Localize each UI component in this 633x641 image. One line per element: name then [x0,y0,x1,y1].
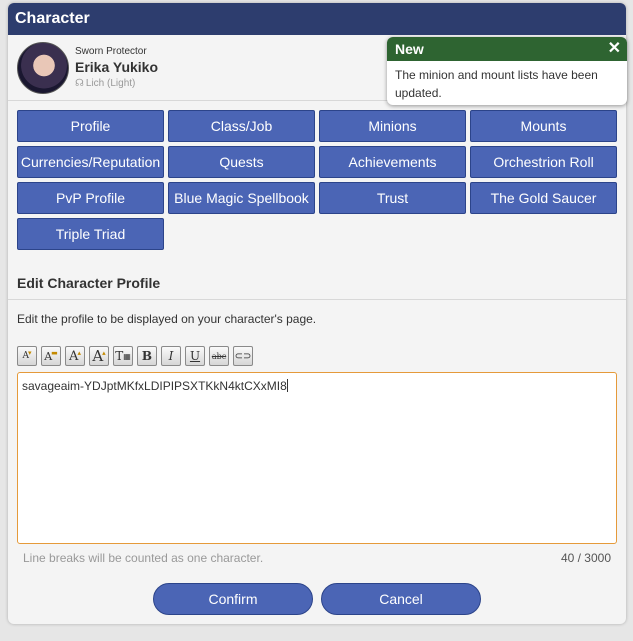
profile-button[interactable]: Profile [17,110,164,142]
link-icon[interactable]: ⊂⊃ [233,346,253,366]
profile-textarea[interactable]: savageaim-YDJptMKfxLDIPIPSXTKkN4ktCXxMI8 [17,372,617,544]
class-job-button[interactable]: Class/Job [168,110,315,142]
window-title: Character [8,3,626,35]
gold-saucer-button[interactable]: The Gold Saucer [470,182,617,214]
achievements-button[interactable]: Achievements [319,146,466,178]
italic-icon[interactable]: I [161,346,181,366]
section-description: Edit the profile to be displayed on your… [17,312,317,326]
profile-text: savageaim-YDJptMKfxLDIPIPSXTKkN4ktCXxMI8 [22,379,287,393]
notification-message: The minion and mount lists have been upd… [395,68,598,100]
confirm-button[interactable]: Confirm [153,583,313,615]
cancel-button[interactable]: Cancel [321,583,481,615]
character-title: Sworn Protector [75,46,147,57]
bold-icon[interactable]: B [137,346,157,366]
underline-icon[interactable]: U [185,346,205,366]
mounts-button[interactable]: Mounts [470,110,617,142]
text-caret [286,379,288,392]
blue-magic-spellbook-button[interactable]: Blue Magic Spellbook [168,182,315,214]
character-name[interactable]: Erika Yukiko [75,59,158,75]
font-size-xlarge-icon[interactable]: A ▴ [89,346,109,366]
quests-button[interactable]: Quests [168,146,315,178]
nav-button-grid: Profile Class/Job Minions Mounts Currenc… [17,110,618,250]
world-icon: ☊ [75,78,84,89]
font-size-large-icon[interactable]: A ▴ [65,346,85,366]
trust-button[interactable]: Trust [319,182,466,214]
notification-title: New [395,41,424,57]
text-table-icon[interactable]: T ▦ [113,346,133,366]
font-size-normal-icon[interactable]: A ▬ [41,346,61,366]
pvp-profile-button[interactable]: PvP Profile [17,182,164,214]
orchestrion-roll-button[interactable]: Orchestrion Roll [470,146,617,178]
triple-triad-button[interactable]: Triple Triad [17,218,164,250]
notification-popup: New ✕ The minion and mount lists have be… [387,37,627,105]
section-divider [8,299,626,300]
world-label: Lich (Light) [85,78,136,89]
line-break-hint: Line breaks will be counted as one chara… [23,551,264,565]
notification-header: New ✕ [387,37,627,61]
character-world: ☊ Lich (Light) [75,78,135,89]
strikethrough-icon[interactable]: abc [209,346,229,366]
editor-toolbar: A ▾ A ▬ A ▴ A ▴ T ▦ B I U abc ⊂⊃ [17,346,253,366]
section-title: Edit Character Profile [17,275,161,291]
currencies-reputation-button[interactable]: Currencies/Reputation [17,146,164,178]
close-icon[interactable]: ✕ [608,37,621,61]
character-counter: 40 / 3000 [560,551,611,565]
avatar[interactable] [17,42,69,94]
font-size-small-icon[interactable]: A ▾ [17,346,37,366]
minions-button[interactable]: Minions [319,110,466,142]
